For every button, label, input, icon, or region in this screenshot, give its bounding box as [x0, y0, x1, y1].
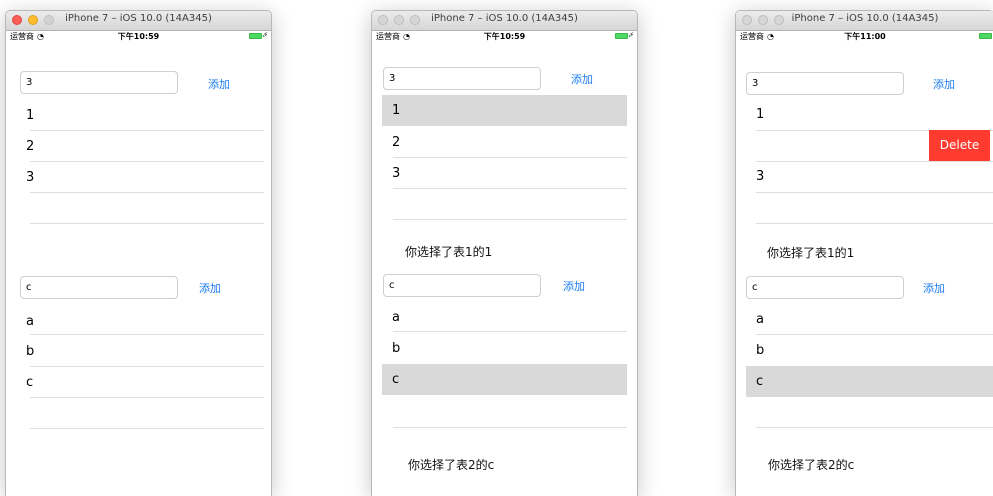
row-separator [30, 192, 264, 193]
status-bar: 运营商 ◔ 下午10:59 ⚡ [372, 30, 637, 42]
simulator-window-2: iPhone 7 – iOS 10.0 (14A345) 运营商 ◔ 下午10:5… [371, 10, 638, 496]
table1-selection-message: 你选择了表1的1 [767, 246, 855, 260]
row-label: c [392, 372, 400, 387]
charging-icon: ⚡ [263, 31, 268, 39]
row-label: c [756, 374, 764, 389]
row-separator [30, 334, 264, 335]
row-label: 1 [26, 108, 35, 123]
row-separator [30, 397, 264, 398]
table2-row[interactable]: b [16, 336, 251, 367]
row-separator [30, 428, 264, 429]
table1-row[interactable]: 1 [16, 100, 251, 131]
row-label: 2 [26, 139, 35, 154]
window-title: iPhone 7 – iOS 10.0 (14A345) [431, 13, 578, 24]
table1-row[interactable]: 1 [746, 99, 981, 130]
window-titlebar[interactable]: iPhone 7 – iOS 10.0 (14A345) [372, 11, 637, 31]
row-label: a [26, 314, 34, 329]
table2-input[interactable]: c [383, 274, 541, 297]
window-titlebar[interactable]: iPhone 7 – iOS 10.0 (14A345) [736, 11, 993, 31]
table2-selection-message: 你选择了表2的c [768, 458, 855, 472]
table2-row[interactable]: b [382, 333, 617, 364]
battery-icon [615, 33, 630, 39]
status-bar: 运营商 ◔ 下午11:00 [736, 30, 993, 42]
table1-add-button[interactable]: 添加 [933, 76, 955, 92]
table2-row[interactable]: a [16, 306, 251, 337]
row-label: b [26, 344, 35, 359]
table2-input[interactable]: c [20, 276, 178, 299]
row-label: b [392, 341, 401, 356]
table2-row[interactable]: a [382, 302, 617, 333]
table2-row-selected[interactable]: c [382, 364, 627, 395]
status-time: 下午11:00 [844, 32, 886, 41]
row-label: 1 [756, 107, 765, 122]
table1-input[interactable]: 3 [383, 67, 541, 90]
table1-add-button[interactable]: 添加 [208, 76, 230, 92]
table2-add-button[interactable]: 添加 [923, 280, 945, 296]
table1-row-selected[interactable]: 1 [382, 95, 627, 126]
table2-row[interactable]: c [16, 367, 251, 398]
table1-row[interactable]: 2 [16, 131, 251, 162]
row-separator [756, 427, 993, 428]
table2-row-selected[interactable]: c [746, 366, 993, 397]
table1-row[interactable]: 3 [746, 161, 981, 192]
row-separator [393, 188, 627, 189]
row-label: a [756, 312, 764, 327]
table1-input[interactable]: 3 [20, 71, 178, 94]
charging-icon: ⚡ [629, 31, 634, 39]
status-time: 下午10:59 [483, 32, 526, 41]
status-time: 下午10:59 [117, 32, 160, 41]
simulator-window-1: iPhone 7 – iOS 10.0 (14A345) 运营商 ◔ 下午10:5… [5, 10, 272, 496]
battery-icon [249, 33, 264, 39]
window-title: iPhone 7 – iOS 10.0 (14A345) [65, 13, 212, 24]
row-separator [393, 331, 627, 332]
window-title: iPhone 7 – iOS 10.0 (14A345) [791, 13, 939, 24]
row-label: 1 [392, 103, 401, 118]
table1-input[interactable]: 3 [746, 72, 904, 95]
row-label: 2 [392, 135, 401, 150]
row-label: 3 [392, 166, 401, 181]
row-label: 3 [756, 169, 765, 184]
table2-selection-message: 你选择了表2的c [408, 458, 495, 472]
table2-add-button[interactable]: 添加 [563, 278, 585, 294]
simulator-window-3: iPhone 7 – iOS 10.0 (14A345) 运营商 ◔ 下午11:0… [735, 10, 993, 496]
table2-row[interactable]: a [746, 304, 981, 335]
row-separator [393, 219, 627, 220]
window-titlebar[interactable]: iPhone 7 – iOS 10.0 (14A345) [6, 11, 271, 31]
row-separator [30, 223, 264, 224]
row-separator [393, 427, 627, 428]
status-bar: 运营商 ◔ 下午10:59 ⚡ [6, 30, 271, 42]
table1-row[interactable]: 3 [16, 162, 251, 193]
row-separator [756, 192, 993, 193]
battery-icon [979, 33, 992, 39]
row-separator [756, 223, 993, 224]
delete-button[interactable]: Delete [929, 130, 990, 161]
table1-add-button[interactable]: 添加 [571, 71, 593, 87]
row-label: c [26, 375, 34, 390]
table2-row[interactable]: b [746, 335, 981, 366]
row-label: b [756, 343, 765, 358]
table1-row[interactable]: 2 [382, 127, 617, 158]
row-label: a [392, 310, 400, 325]
table1-row[interactable]: 3 [382, 158, 617, 189]
table1-selection-message: 你选择了表1的1 [405, 245, 493, 259]
table2-add-button[interactable]: 添加 [199, 280, 221, 296]
table2-input[interactable]: c [746, 276, 904, 299]
row-label: 3 [26, 170, 35, 185]
